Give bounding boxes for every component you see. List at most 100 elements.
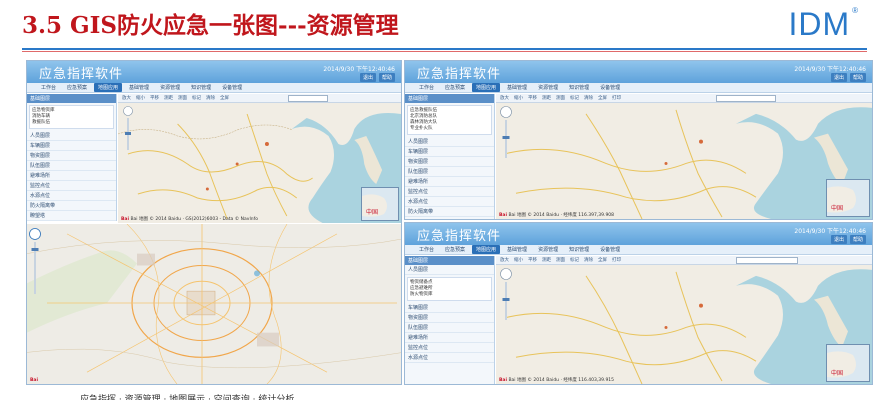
help-button[interactable]: 帮助 xyxy=(378,73,395,82)
nav-resource[interactable]: 资源管理 xyxy=(156,83,184,92)
nav-map[interactable]: 地图应用 xyxy=(472,83,501,92)
map-toolbar: 放大 缩小 平移 测距 测面 标记 清除 全屏 打印 xyxy=(496,256,872,265)
sidebar-item[interactable]: 避难场所 xyxy=(27,171,116,181)
measure-area-tool[interactable]: 测面 xyxy=(556,95,565,101)
measure-distance-tool[interactable]: 测距 xyxy=(164,95,173,101)
zoom-in-tool[interactable]: 放大 xyxy=(122,95,131,101)
sidebar-item[interactable]: 防火隔离带 xyxy=(405,207,494,217)
mark-tool[interactable]: 标记 xyxy=(192,95,201,101)
sidebar-item[interactable]: 监控点位 xyxy=(27,181,116,191)
sidebar-item[interactable]: 物资图层 xyxy=(405,157,494,167)
fullscreen-tool[interactable]: 全屏 xyxy=(220,95,229,101)
sidebar-item[interactable]: 水源点位 xyxy=(405,197,494,207)
nav-device[interactable]: 设备管理 xyxy=(596,245,624,254)
sidebar-item[interactable]: 监控点位 xyxy=(405,187,494,197)
nav-workbench[interactable]: 工作台 xyxy=(415,83,438,92)
help-button[interactable]: 帮助 xyxy=(849,235,866,244)
sidebar-item[interactable]: 队伍图层 xyxy=(405,323,494,333)
map-search-input[interactable] xyxy=(736,257,798,264)
sidebar-item[interactable]: 物资图层 xyxy=(27,151,116,161)
logout-button[interactable]: 退出 xyxy=(830,235,847,244)
sidebar-item[interactable]: 车辆图层 xyxy=(405,147,494,157)
overview-label: 中国 xyxy=(831,205,844,212)
china-map-graphic xyxy=(496,256,872,384)
zoom-slider[interactable] xyxy=(500,106,512,162)
nav-device[interactable]: 设备管理 xyxy=(218,83,246,92)
nav-plan[interactable]: 应急预案 xyxy=(441,83,469,92)
nav-device[interactable]: 设备管理 xyxy=(596,83,624,92)
map-search-input[interactable] xyxy=(288,95,328,102)
nav-basic[interactable]: 基础管理 xyxy=(125,83,153,92)
nav-workbench[interactable]: 工作台 xyxy=(415,245,438,254)
nav-map[interactable]: 地图应用 xyxy=(472,245,501,254)
measure-distance-tool[interactable]: 测距 xyxy=(542,257,551,263)
sidebar-item[interactable]: 水源点位 xyxy=(27,191,116,201)
zoom-in-tool[interactable]: 放大 xyxy=(500,257,509,263)
zoom-out-tool[interactable]: 缩小 xyxy=(514,95,523,101)
zoom-in-tool[interactable]: 放大 xyxy=(500,95,509,101)
nav-resource[interactable]: 资源管理 xyxy=(534,245,562,254)
nav-workbench[interactable]: 工作台 xyxy=(37,83,60,92)
sidebar-item[interactable]: 人员图层 xyxy=(405,137,494,147)
zoom-slider[interactable] xyxy=(123,106,133,154)
nav-basic[interactable]: 基础管理 xyxy=(503,245,531,254)
sidebar-item[interactable]: 避难场所 xyxy=(405,333,494,343)
sidebar-item[interactable]: 物资图层 xyxy=(405,313,494,323)
measure-distance-tool[interactable]: 测距 xyxy=(542,95,551,101)
pan-tool[interactable]: 平移 xyxy=(150,95,159,101)
map-search-input[interactable] xyxy=(716,95,776,102)
sidebar-item[interactable]: 车辆图层 xyxy=(405,303,494,313)
nav-knowledge[interactable]: 知识管理 xyxy=(565,245,593,254)
mark-tool[interactable]: 标记 xyxy=(570,95,579,101)
measure-area-tool[interactable]: 测面 xyxy=(178,95,187,101)
nav-knowledge[interactable]: 知识管理 xyxy=(187,83,215,92)
map-view-beijing[interactable]: Bai xyxy=(27,224,401,384)
sidebar-item[interactable]: 车辆图层 xyxy=(27,141,116,151)
sidebar-item[interactable]: 人员图层 xyxy=(405,265,494,275)
print-tool[interactable]: 打印 xyxy=(612,95,621,101)
zoom-slider[interactable] xyxy=(29,228,41,298)
sidebar-item[interactable]: 队伍图层 xyxy=(405,167,494,177)
map-toolbar: 放大 缩小 平移 测距 测面 标记 清除 全屏 xyxy=(118,94,401,103)
fullscreen-tool[interactable]: 全屏 xyxy=(598,257,607,263)
sidebar-item[interactable]: 防火隔离带 xyxy=(27,201,116,211)
mark-tool[interactable]: 标记 xyxy=(570,257,579,263)
tree-node[interactable]: 救援队伍 xyxy=(32,120,111,126)
map-view-china[interactable]: 放大 缩小 平移 测距 测面 标记 清除 全屏 打印 中国 Bai Bai 地图… xyxy=(496,256,872,384)
nav-map[interactable]: 地图应用 xyxy=(94,83,123,92)
pan-tool[interactable]: 平移 xyxy=(528,95,537,101)
sidebar-item[interactable]: 水源点位 xyxy=(405,353,494,363)
tree-node[interactable]: 防火物资库 xyxy=(410,292,489,298)
pan-tool[interactable]: 平移 xyxy=(528,257,537,263)
app-window-supply-map: 应急指挥软件 2014/9/30 下午12:40:46 退出 帮助 工作台 应急… xyxy=(404,222,873,385)
nav-knowledge[interactable]: 知识管理 xyxy=(565,83,593,92)
zoom-out-tool[interactable]: 缩小 xyxy=(514,257,523,263)
fullscreen-tool[interactable]: 全屏 xyxy=(598,95,607,101)
sidebar-item[interactable]: 瞭望塔 xyxy=(27,211,116,221)
help-button[interactable]: 帮助 xyxy=(849,73,866,82)
tree-node[interactable]: 专业扑火队 xyxy=(410,126,489,132)
sidebar-item[interactable]: 避难场所 xyxy=(405,177,494,187)
overview-map[interactable]: 中国 xyxy=(361,187,399,221)
zoom-slider[interactable] xyxy=(500,268,512,324)
sidebar-item[interactable]: 队伍图层 xyxy=(27,161,116,171)
slide-title: 3.5 GIS防火应急一张图---资源管理 xyxy=(22,12,399,39)
sidebar-item[interactable]: 监控点位 xyxy=(405,343,494,353)
nav-resource[interactable]: 资源管理 xyxy=(534,83,562,92)
clear-tool[interactable]: 清除 xyxy=(584,95,593,101)
nav-basic[interactable]: 基础管理 xyxy=(503,83,531,92)
overview-map[interactable]: 中国 xyxy=(826,344,870,382)
map-view-china[interactable]: 放大 缩小 平移 测距 测面 标记 清除 全屏 中国 Bai Bai 地图 © … xyxy=(118,94,401,223)
print-tool[interactable]: 打印 xyxy=(612,257,621,263)
clear-tool[interactable]: 清除 xyxy=(584,257,593,263)
nav-plan[interactable]: 应急预案 xyxy=(63,83,91,92)
map-view-china[interactable]: 放大 缩小 平移 测距 测面 标记 清除 全屏 打印 中国 Bai Bai 地图… xyxy=(496,94,872,219)
zoom-out-tool[interactable]: 缩小 xyxy=(136,95,145,101)
overview-map[interactable]: 中国 xyxy=(826,179,870,217)
logout-button[interactable]: 退出 xyxy=(830,73,847,82)
measure-area-tool[interactable]: 测面 xyxy=(556,257,565,263)
logout-button[interactable]: 退出 xyxy=(359,73,376,82)
nav-plan[interactable]: 应急预案 xyxy=(441,245,469,254)
sidebar-item[interactable]: 人员图层 xyxy=(27,131,116,141)
clear-tool[interactable]: 清除 xyxy=(206,95,215,101)
